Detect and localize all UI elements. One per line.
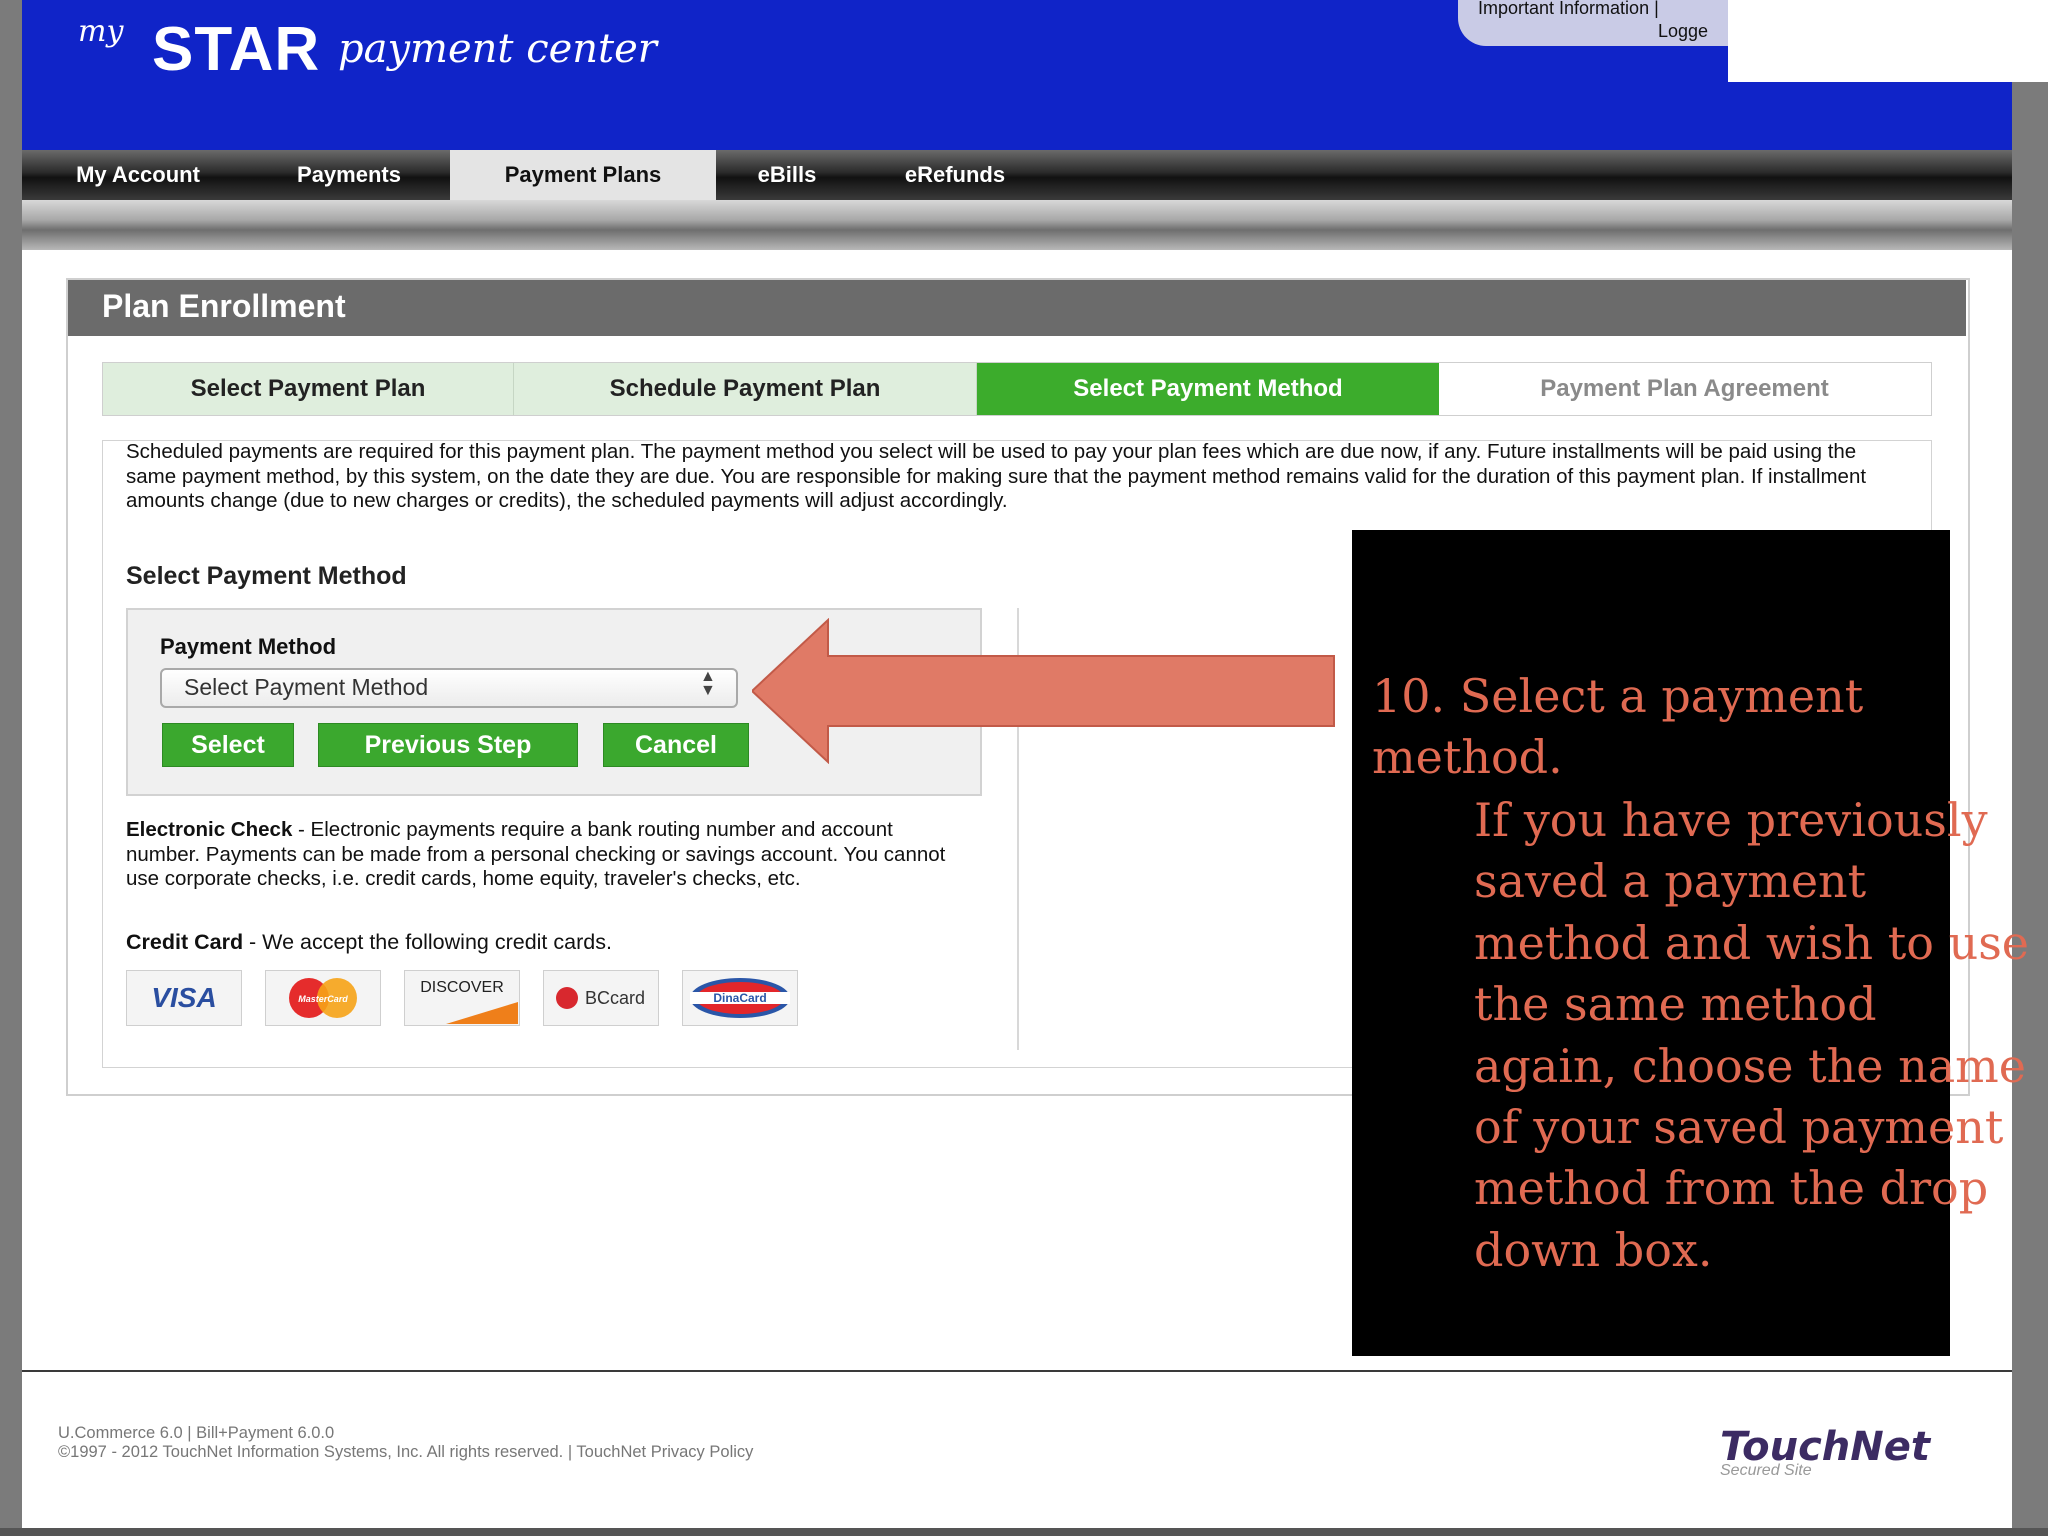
annotation-detail-text: If you have previously saved a payment m… [1474,793,2030,1277]
credit-title: Credit Card [126,930,244,954]
logo-subtitle: payment center [338,26,657,72]
annotation-step-text: 10. Select a payment method. [1372,669,1864,784]
panel-header [68,280,1966,336]
nav-payment-plans[interactable]: Payment Plans [450,150,716,200]
nav-payments[interactable]: Payments [256,150,442,200]
visa-card-logo: VISA [126,970,242,1026]
logo-my-text: my [78,14,124,49]
credit-text: - We accept the following credit cards. [243,930,612,954]
logo-star-text: STAR [152,15,321,84]
discover-icon: DISCOVER [420,979,518,1024]
payment-method-label: Payment Method [160,634,337,659]
footer-version: U.Commerce 6.0 | Bill+Payment 6.0.0 [58,1424,335,1442]
bccard-label: BCcard [585,988,645,1008]
nav-ebills[interactable]: eBills [730,150,844,200]
discover-card-logo: DISCOVER [404,970,520,1026]
bccard-logo: BCcard [543,970,659,1026]
step-select-payment-method: Select Payment Method [977,363,1439,415]
bottom-strip [0,1528,2048,1536]
bccard-icon: BCcard [556,987,645,1009]
sub-nav-bar [22,200,2012,250]
footer-divider [22,1370,2012,1372]
nav-erefunds[interactable]: eRefunds [870,150,1040,200]
logged-in-text: Logge [1658,21,1709,41]
top-links-panel: Important Information | Logge [1458,0,1758,46]
step-select-payment-plan: Select Payment Plan [103,363,514,415]
echeck-title: Electronic Check [126,818,293,841]
mastercard-label: MasterCard [298,994,348,1004]
touchnet-secured-site: Secured Site [1720,1462,1812,1479]
annotation-arrow-icon [752,618,1335,764]
redaction-box [1728,0,2048,82]
payment-method-select-value: Select Payment Method [184,674,429,700]
panel-title: Plan Enrollment [102,288,346,324]
step-payment-plan-agreement: Payment Plan Agreement [1440,363,1929,415]
echeck-info: Electronic Check - Electronic payments r… [126,818,966,892]
footer-copyright: ©1997 - 2012 TouchNet Information System… [58,1443,754,1461]
dinacard-label: DinaCard [713,991,766,1005]
select-button[interactable]: Select [162,723,294,767]
mastercard-logo: MasterCard [265,970,381,1026]
select-updown-icon: ▲ ▼ [700,668,716,699]
mastercard-icon: MasterCard [289,978,357,1018]
plan-description: Scheduled payments are required for this… [126,440,1867,512]
important-info-link[interactable]: Important Information | [1478,0,1659,19]
previous-step-button[interactable]: Previous Step [318,723,578,767]
dinacard-logo: DinaCard [682,970,798,1026]
discover-label: DISCOVER [420,979,504,996]
credit-card-info: Credit Card - We accept the following cr… [126,930,612,955]
nav-my-account[interactable]: My Account [42,150,234,200]
step-schedule-payment-plan: Schedule Payment Plan [514,363,977,415]
section-heading: Select Payment Method [126,562,407,590]
cancel-button[interactable]: Cancel [603,723,749,767]
dinacard-icon: DinaCard [690,978,790,1018]
